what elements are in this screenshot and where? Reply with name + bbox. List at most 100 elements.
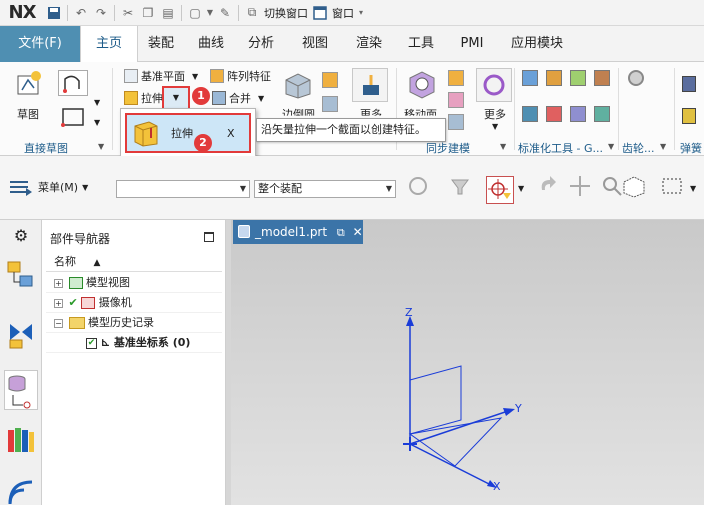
- chevron-down-icon[interactable]: ▼: [518, 184, 524, 193]
- chevron-down-icon[interactable]: ▼: [258, 94, 264, 103]
- tab-pmi[interactable]: PMI: [452, 26, 492, 62]
- assembly-navigator-icon[interactable]: [6, 260, 36, 290]
- select-box-icon[interactable]: [660, 174, 684, 198]
- chevron-down-icon[interactable]: ▼: [492, 122, 498, 131]
- chamfer-icon[interactable]: [322, 96, 338, 112]
- chevron-down-icon[interactable]: ▼: [205, 3, 215, 23]
- replace-face-icon[interactable]: [448, 92, 464, 108]
- new-file-icon[interactable]: ▢: [185, 3, 205, 23]
- expand-icon[interactable]: +: [54, 298, 63, 308]
- tab-view[interactable]: 视图: [292, 26, 338, 62]
- move-face-icon[interactable]: [406, 68, 438, 100]
- checkbox-checked-icon[interactable]: ✔: [86, 337, 97, 349]
- cut-icon[interactable]: ✂: [118, 3, 138, 23]
- extrude-dropdown-toggle[interactable]: ▼: [162, 86, 190, 110]
- reuse-library-icon[interactable]: [6, 424, 36, 454]
- chevron-down-icon[interactable]: ▼: [690, 184, 696, 193]
- spring-part-icon-2[interactable]: [682, 108, 696, 124]
- spring-part-icon[interactable]: [682, 76, 696, 92]
- tab-analysis[interactable]: 分析: [238, 26, 284, 62]
- curve-icon[interactable]: [58, 70, 88, 96]
- datum-plane-button[interactable]: 基准平面 ▼: [124, 68, 198, 84]
- ribbon-tab-bar: 文件(F) 主页 装配 曲线 分析 视图 渲染 工具 PMI 应用模块: [0, 26, 704, 63]
- tab-options-icon[interactable]: ⧉: [337, 226, 345, 239]
- tree-item-cameras[interactable]: + ✔ 摄像机: [46, 293, 222, 313]
- tab-curve[interactable]: 曲线: [188, 26, 234, 62]
- standard-part-icon-8[interactable]: [594, 106, 610, 122]
- copy-icon[interactable]: ❐: [138, 3, 158, 23]
- redo-icon[interactable]: ↷: [91, 3, 111, 23]
- snap-point-icon[interactable]: [406, 174, 430, 198]
- web-browser-icon[interactable]: [6, 478, 36, 505]
- chevron-down-icon[interactable]: ▼: [82, 183, 88, 192]
- paste-icon[interactable]: ▤: [158, 3, 178, 23]
- tab-tools[interactable]: 工具: [398, 26, 444, 62]
- pattern-feature-button[interactable]: 阵列特征: [210, 68, 271, 84]
- pan-view-icon[interactable]: [568, 174, 592, 198]
- maximize-icon[interactable]: [204, 232, 214, 242]
- tab-render[interactable]: 渲染: [346, 26, 392, 62]
- save-icon[interactable]: [44, 3, 64, 23]
- standard-part-icon-7[interactable]: [570, 106, 586, 122]
- sketch-icon[interactable]: [14, 68, 44, 98]
- group-expand-icon[interactable]: ▼: [608, 142, 614, 151]
- window-menu-button[interactable]: 窗口: [332, 5, 354, 21]
- standard-part-icon-2[interactable]: [546, 70, 562, 86]
- wcs-icon[interactable]: [620, 174, 648, 198]
- chevron-down-icon[interactable]: ▼: [94, 118, 100, 127]
- tab-application[interactable]: 应用模块: [500, 26, 574, 62]
- menu-icon: [8, 178, 34, 196]
- offset-face-icon[interactable]: [448, 70, 464, 86]
- rectangle-icon[interactable]: [58, 104, 88, 130]
- pattern-feature-icon: [210, 69, 224, 83]
- chevron-down-icon[interactable]: ▾: [356, 3, 366, 23]
- edge-blend-icon[interactable]: [282, 70, 312, 100]
- standard-part-icon-5[interactable]: [522, 106, 538, 122]
- group-gear: 齿轮...: [622, 142, 655, 155]
- expand-icon[interactable]: +: [54, 278, 63, 288]
- chevron-down-icon[interactable]: ▼: [192, 72, 198, 81]
- chevron-down-icon[interactable]: ▼: [94, 98, 100, 107]
- switch-window-icon[interactable]: ⧉: [242, 3, 262, 23]
- tree-item-model-views[interactable]: + 模型视图: [46, 273, 222, 293]
- graphics-window[interactable]: Z Y X: [231, 220, 704, 505]
- selection-scope-combo[interactable]: 整个装配 ▼: [254, 180, 396, 198]
- menu-item-extrude[interactable]: 拉伸 X: [125, 113, 251, 153]
- group-expand-icon[interactable]: ▼: [660, 142, 666, 151]
- collapse-icon[interactable]: −: [54, 318, 63, 328]
- part-navigator-icon[interactable]: [4, 370, 38, 410]
- repeat-command-icon[interactable]: ✎: [215, 3, 235, 23]
- standard-part-icon-1[interactable]: [522, 70, 538, 86]
- standard-part-icon-6[interactable]: [546, 106, 562, 122]
- gear-part-icon[interactable]: [628, 70, 644, 86]
- shell-icon[interactable]: [322, 72, 338, 88]
- group-expand-icon[interactable]: ▼: [500, 142, 506, 151]
- document-tab[interactable]: _model1.prt ⧉ ✕: [233, 220, 363, 244]
- window-icon[interactable]: [310, 3, 330, 23]
- more-icon[interactable]: [352, 68, 388, 102]
- group-expand-icon[interactable]: ▼: [98, 142, 104, 151]
- point-snap-icon[interactable]: [486, 176, 514, 204]
- tab-file[interactable]: 文件(F): [0, 26, 80, 62]
- menu-button[interactable]: 菜单(M) ▼: [8, 178, 88, 196]
- standard-part-icon-4[interactable]: [594, 70, 610, 86]
- settings-gear-icon[interactable]: ⚙: [6, 226, 36, 246]
- tab-home[interactable]: 主页: [80, 26, 138, 63]
- column-header-name[interactable]: 名称 ▲: [46, 252, 222, 272]
- constraint-navigator-icon[interactable]: [6, 320, 36, 350]
- unite-button[interactable]: 合并 ▼: [212, 90, 264, 106]
- tree-item-model-history[interactable]: − 模型历史记录: [46, 313, 222, 333]
- extrude-button[interactable]: 拉伸: [124, 90, 163, 106]
- sketch-button[interactable]: 草图: [17, 106, 39, 122]
- close-icon[interactable]: ✕: [353, 225, 363, 239]
- rotate-view-icon[interactable]: [536, 174, 560, 198]
- filter-icon[interactable]: [448, 174, 472, 198]
- type-filter-combo[interactable]: ▼: [116, 180, 250, 198]
- more-sync-icon[interactable]: [476, 68, 512, 102]
- tab-assembly[interactable]: 装配: [138, 26, 184, 62]
- undo-icon[interactable]: ↶: [71, 3, 91, 23]
- delete-face-icon[interactable]: [448, 114, 464, 130]
- switch-window-button[interactable]: 切换窗口: [264, 5, 308, 21]
- tree-item-datum-csys[interactable]: ✔ ⊾ 基准坐标系 (0): [46, 333, 222, 353]
- standard-part-icon-3[interactable]: [570, 70, 586, 86]
